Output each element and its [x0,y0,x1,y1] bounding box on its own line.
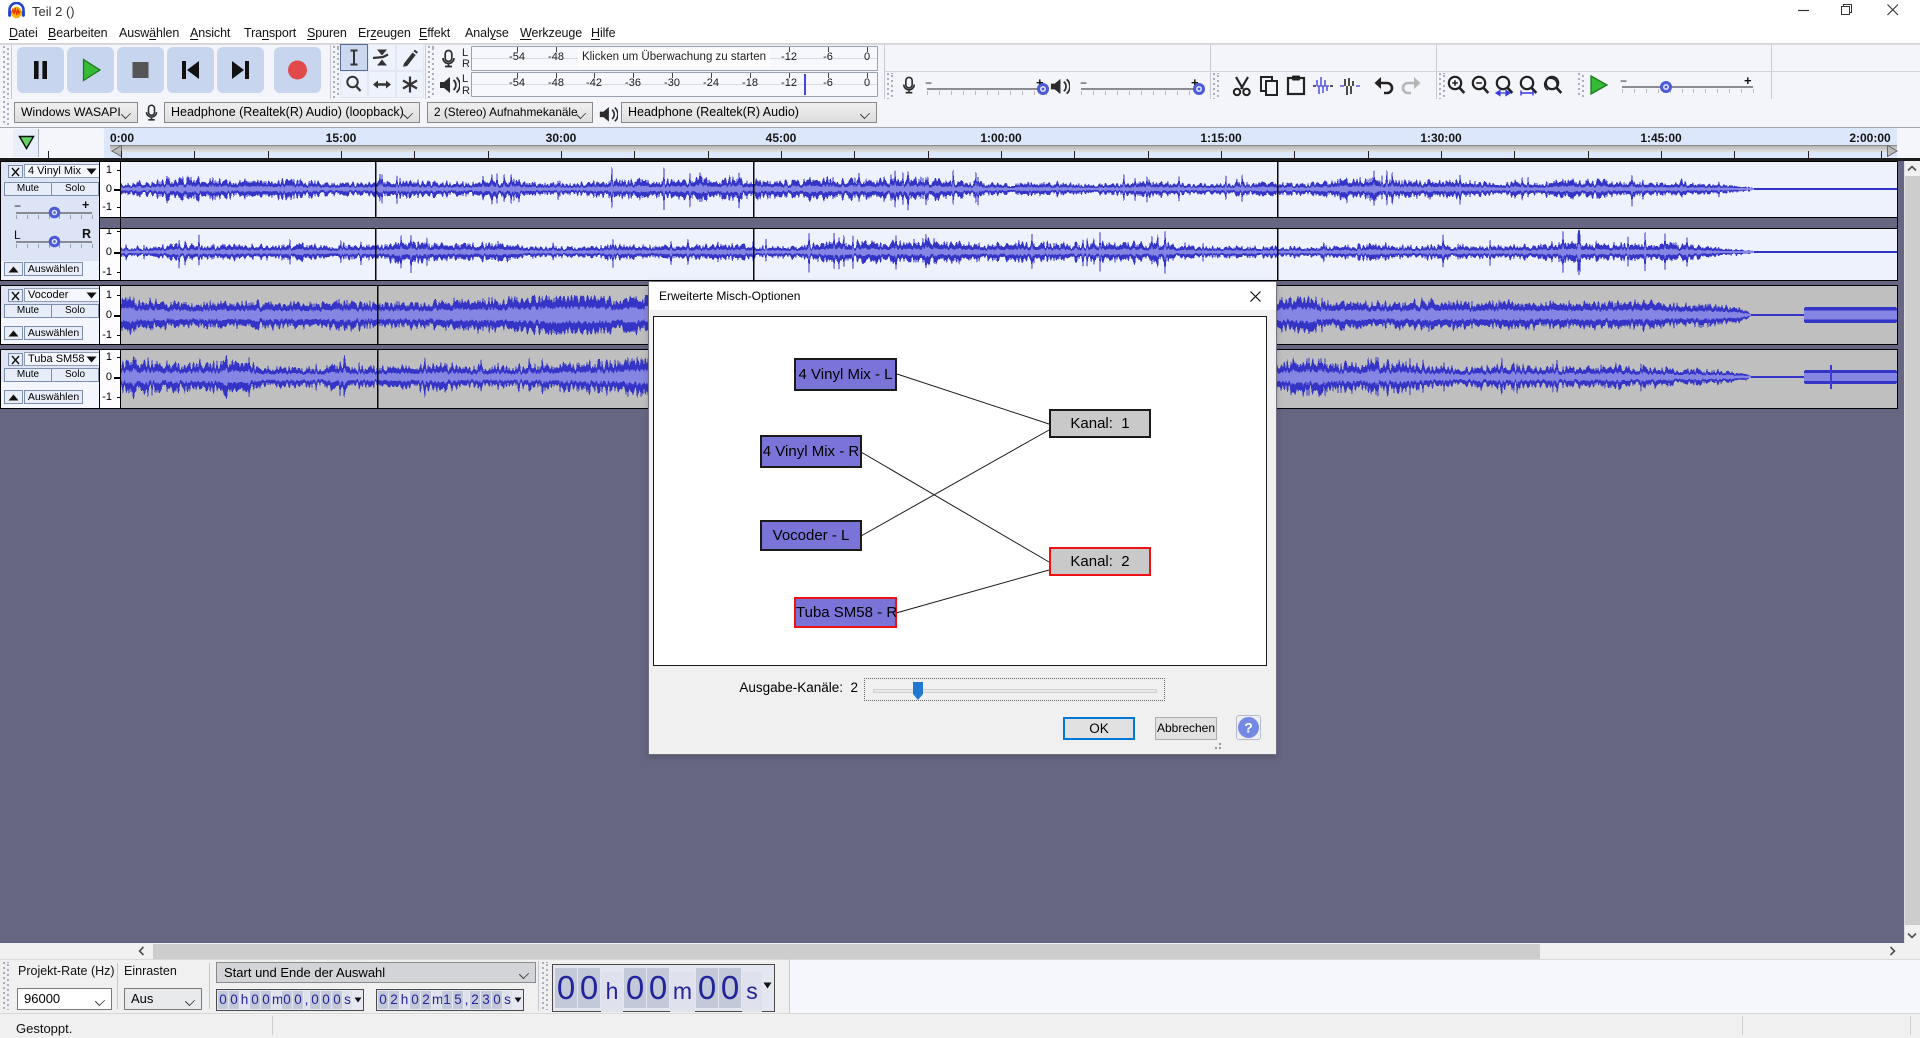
svg-text:?: ? [1244,720,1253,736]
